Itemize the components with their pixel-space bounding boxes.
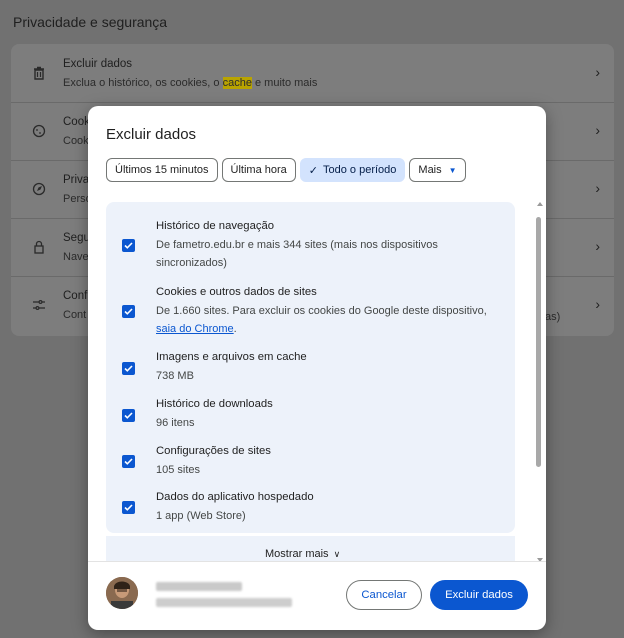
row-title: Conf — [63, 290, 88, 302]
time-range-chips: Últimos 15 minutos Última hora ✓ Todo o p… — [106, 158, 466, 182]
item-description: De 1.660 sites. Para excluir os cookies … — [156, 305, 487, 335]
sliders-icon — [31, 298, 47, 314]
chevron-right-icon: › — [595, 64, 600, 80]
lock-icon — [31, 240, 47, 256]
chip-all-time[interactable]: ✓ Todo o período — [299, 158, 406, 182]
item-title: Histórico de downloads — [156, 398, 273, 410]
chevron-down-icon: ∨ — [333, 549, 341, 559]
checkbox-hosted-app-data[interactable] — [122, 501, 135, 514]
data-type-list[interactable]: Histórico de navegação De fametro.edu.br… — [106, 202, 515, 533]
chevron-right-icon: › — [595, 180, 600, 196]
checkbox-cached-images[interactable] — [122, 362, 135, 375]
check-icon: ✓ — [308, 164, 319, 177]
chevron-right-icon: › — [595, 122, 600, 138]
footer-divider — [88, 561, 546, 562]
scroll-up-arrow-icon[interactable] — [537, 202, 543, 206]
avatar — [106, 577, 138, 609]
chevron-down-icon: ▼ — [448, 165, 457, 175]
row-description: Exclua o histórico, os cookies, o cache … — [63, 77, 318, 89]
sign-out-chrome-link[interactable]: saia do Chrome — [156, 323, 234, 335]
delete-data-button[interactable]: Excluir dados — [430, 580, 528, 610]
chip-last-hour[interactable]: Última hora — [221, 158, 296, 182]
item-title: Histórico de navegação — [156, 220, 275, 232]
trash-icon — [31, 66, 47, 82]
item-description: 738 MB — [156, 370, 194, 382]
row-description-fragment: as) — [545, 311, 561, 323]
account-name-blurred — [156, 582, 242, 591]
item-description: De fametro.edu.br e mais 344 sites (mais… — [156, 239, 438, 269]
row-description: Cook — [63, 135, 89, 147]
checkbox-site-settings[interactable] — [122, 455, 135, 468]
row-description: Nave — [63, 251, 89, 263]
account-email-blurred — [156, 598, 292, 607]
chevron-right-icon: › — [595, 238, 600, 254]
row-title: Priva — [63, 174, 90, 186]
item-title: Cookies e outros dados de sites — [156, 286, 317, 298]
scrollbar[interactable] — [534, 202, 544, 562]
cancel-button[interactable]: Cancelar — [346, 580, 422, 610]
delete-data-dialog: Excluir dados Últimos 15 minutos Última … — [88, 106, 546, 630]
item-title: Dados do aplicativo hospedado — [156, 491, 314, 503]
item-description: 96 itens — [156, 417, 195, 429]
compass-icon — [31, 182, 47, 198]
row-title: Excluir dados — [63, 58, 133, 70]
show-more-button[interactable]: Mostrar mais ∨ — [106, 536, 515, 562]
settings-row-delete-data: Excluir dados Exclua o histórico, os coo… — [11, 44, 614, 103]
item-title: Imagens e arquivos em cache — [156, 351, 307, 363]
row-description: Cont — [63, 309, 87, 321]
row-title: Segu — [63, 232, 90, 244]
checkbox-cookies[interactable] — [122, 305, 135, 318]
item-title: Configurações de sites — [156, 445, 271, 457]
item-description: 105 sites — [156, 464, 201, 476]
scrollbar-thumb[interactable] — [536, 217, 541, 467]
cookie-icon — [31, 124, 47, 140]
checkbox-downloads[interactable] — [122, 409, 135, 422]
dialog-title: Excluir dados — [106, 126, 197, 143]
row-title: Cook — [63, 116, 90, 128]
item-description: 1 app (Web Store) — [156, 510, 246, 522]
chip-more-dropdown[interactable]: Mais ▼ — [409, 158, 466, 182]
chip-last-15-minutes[interactable]: Últimos 15 minutos — [106, 158, 218, 182]
chevron-right-icon: › — [595, 296, 600, 312]
section-title: Privacidade e segurança — [13, 14, 168, 30]
checkbox-browsing-history[interactable] — [122, 239, 135, 252]
